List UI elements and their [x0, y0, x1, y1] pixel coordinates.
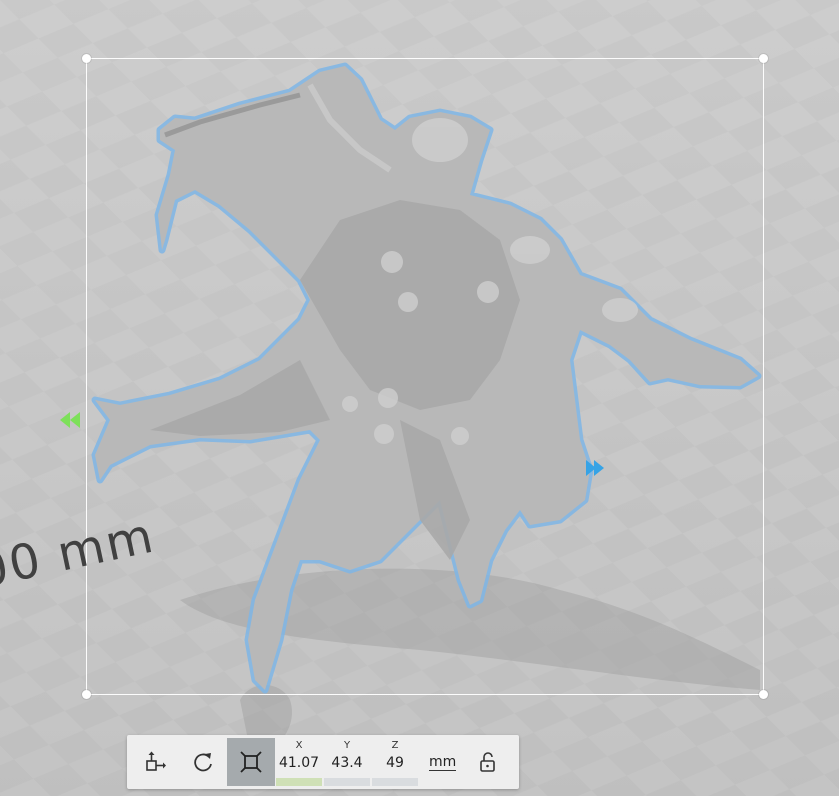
dimension-y-value[interactable]: 43.4 — [322, 755, 372, 771]
bbox-handle-bottom-left[interactable] — [82, 690, 91, 699]
dimension-z-bar — [372, 778, 418, 786]
lock-button[interactable] — [475, 749, 501, 775]
dimension-x-value[interactable]: 41.07 — [274, 755, 324, 771]
rotate-icon — [194, 753, 212, 772]
scale-icon — [240, 751, 262, 773]
transform-toolbar: X 41.07 Y 43.4 Z 49 mm — [127, 735, 519, 789]
rotate-button[interactable] — [179, 738, 227, 786]
bbox-handle-bottom-right[interactable] — [759, 690, 768, 699]
dimension-x-axis: X — [295, 740, 303, 751]
3d-viewport[interactable]: 00 mm — [0, 0, 839, 796]
move-button[interactable] — [131, 738, 179, 786]
dimension-z-axis: Z — [391, 740, 399, 751]
bbox-handle-top-left[interactable] — [82, 54, 91, 63]
dimension-z[interactable]: Z 49 — [370, 735, 420, 789]
dimension-y-bar — [324, 778, 370, 786]
dimension-x[interactable]: X 41.07 — [274, 735, 324, 789]
selection-bounding-box — [82, 54, 768, 699]
unit-label: mm — [429, 754, 457, 771]
unlock-icon — [480, 752, 495, 772]
bbox-handle-top-right[interactable] — [759, 54, 768, 63]
dimension-y-axis: Y — [343, 740, 351, 751]
dimension-z-value[interactable]: 49 — [370, 755, 420, 771]
dimension-y[interactable]: Y 43.4 — [322, 735, 372, 789]
dimension-x-bar — [276, 778, 322, 786]
scale-button[interactable] — [227, 738, 275, 786]
unit-selector[interactable]: mm — [429, 735, 457, 789]
move-icon — [146, 751, 166, 771]
